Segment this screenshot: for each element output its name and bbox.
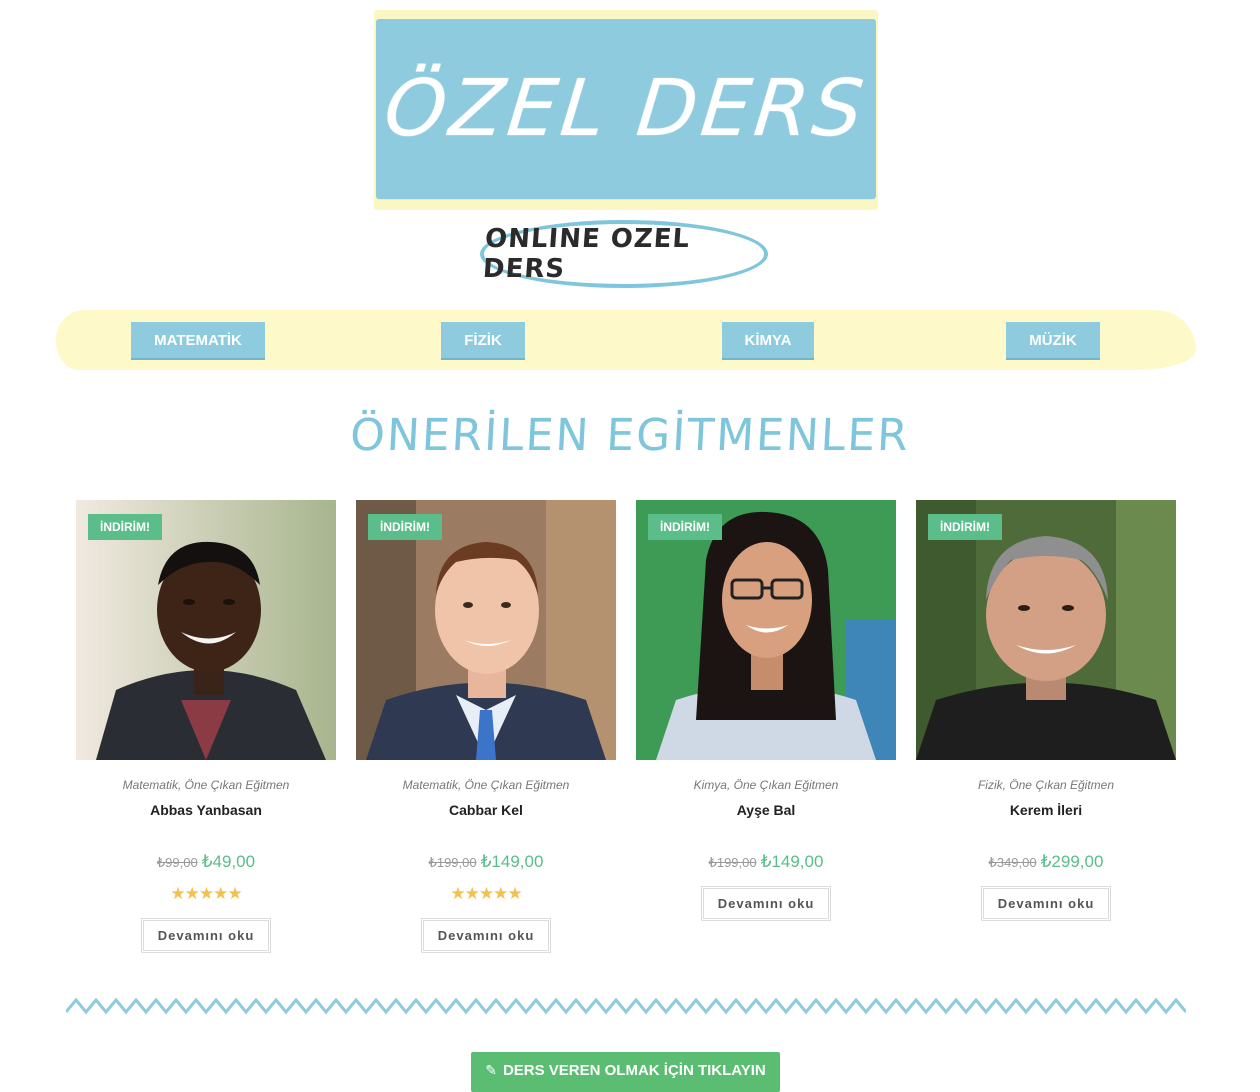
sale-price: ₺149,00 xyxy=(480,852,544,871)
product-card: İNDİRİM! Matematik, Öne Çıkan Eğitmen Ca… xyxy=(356,500,616,953)
sale-badge: İNDİRİM! xyxy=(648,514,722,540)
instructor-photo[interactable]: İNDİRİM! xyxy=(76,500,336,760)
logo-banner[interactable]: ÖZEL DERS xyxy=(374,10,878,210)
instructor-name[interactable]: Cabbar Kel xyxy=(356,802,616,818)
nav-item-matematik[interactable]: MATEMATİK xyxy=(131,322,265,360)
original-price: ₺199,00 xyxy=(428,855,477,870)
instructor-photo[interactable]: İNDİRİM! xyxy=(916,500,1176,760)
instructor-name[interactable]: Kerem İleri xyxy=(916,802,1176,818)
instructor-name[interactable]: Ayşe Bal xyxy=(636,802,896,818)
instructor-photo[interactable]: İNDİRİM! xyxy=(636,500,896,760)
sale-badge: İNDİRİM! xyxy=(928,514,1002,540)
logo-box: ÖZEL DERS xyxy=(376,19,876,199)
nav-item-fizik[interactable]: FİZİK xyxy=(441,322,525,360)
section-heading: ÖNERİLEN EGİTMENLER xyxy=(348,410,912,461)
zigzag-divider xyxy=(66,997,1186,1015)
sale-price: ₺49,00 xyxy=(201,852,256,871)
product-categories[interactable]: Matematik, Öne Çıkan Eğitmen xyxy=(76,778,336,792)
nav-item-muzik[interactable]: MÜZİK xyxy=(1006,322,1100,360)
original-price: ₺199,00 xyxy=(708,855,757,870)
read-more-button[interactable]: Devamını oku xyxy=(700,886,832,921)
read-more-button[interactable]: Devamını oku xyxy=(420,918,552,953)
sale-badge: İNDİRİM! xyxy=(368,514,442,540)
read-more-button[interactable]: Devamını oku xyxy=(980,886,1112,921)
instructor-name[interactable]: Abbas Yanbasan xyxy=(76,802,336,818)
product-categories[interactable]: Matematik, Öne Çıkan Eğitmen xyxy=(356,778,616,792)
become-instructor-label: DERS VEREN OLMAK İÇİN TIKLAYIN xyxy=(502,1062,766,1079)
logo-title: ÖZEL DERS xyxy=(380,64,872,154)
original-price: ₺99,00 xyxy=(156,855,198,870)
sale-price: ₺299,00 xyxy=(1040,852,1104,871)
pencil-icon: ✎ xyxy=(485,1062,497,1078)
product-price: ₺99,00 ₺49,00 xyxy=(76,852,336,872)
product-price: ₺199,00 ₺149,00 xyxy=(636,852,896,872)
product-card: İNDİRİM! Kimya, Öne Çıkan Eğitmen Ayşe B… xyxy=(636,500,896,921)
site-tagline-oval: ONLINE OZEL DERS xyxy=(480,220,768,288)
product-card: İNDİRİM! Fizik, Öne Çıkan Eğitmen Kerem … xyxy=(916,500,1176,921)
sale-price: ₺149,00 xyxy=(760,852,824,871)
sale-badge: İNDİRİM! xyxy=(88,514,162,540)
product-price: ₺199,00 ₺149,00 xyxy=(356,852,616,872)
star-rating-icon: ★★★★★ xyxy=(170,884,242,903)
product-price: ₺349,00 ₺299,00 xyxy=(916,852,1176,872)
star-rating-icon: ★★★★★ xyxy=(450,884,522,903)
site-tagline: ONLINE OZEL DERS xyxy=(481,224,692,284)
original-price: ₺349,00 xyxy=(988,855,1037,870)
product-categories[interactable]: Fizik, Öne Çıkan Eğitmen xyxy=(916,778,1176,792)
read-more-button[interactable]: Devamını oku xyxy=(140,918,272,953)
become-instructor-button[interactable]: ✎ DERS VEREN OLMAK İÇİN TIKLAYIN xyxy=(471,1052,780,1092)
product-card: İNDİRİM! Matematik, Öne Çıkan Eğitmen Ab… xyxy=(76,500,336,953)
nav-item-kimya[interactable]: KİMYA xyxy=(722,322,814,360)
instructor-photo[interactable]: İNDİRİM! xyxy=(356,500,616,760)
product-categories[interactable]: Kimya, Öne Çıkan Eğitmen xyxy=(636,778,896,792)
